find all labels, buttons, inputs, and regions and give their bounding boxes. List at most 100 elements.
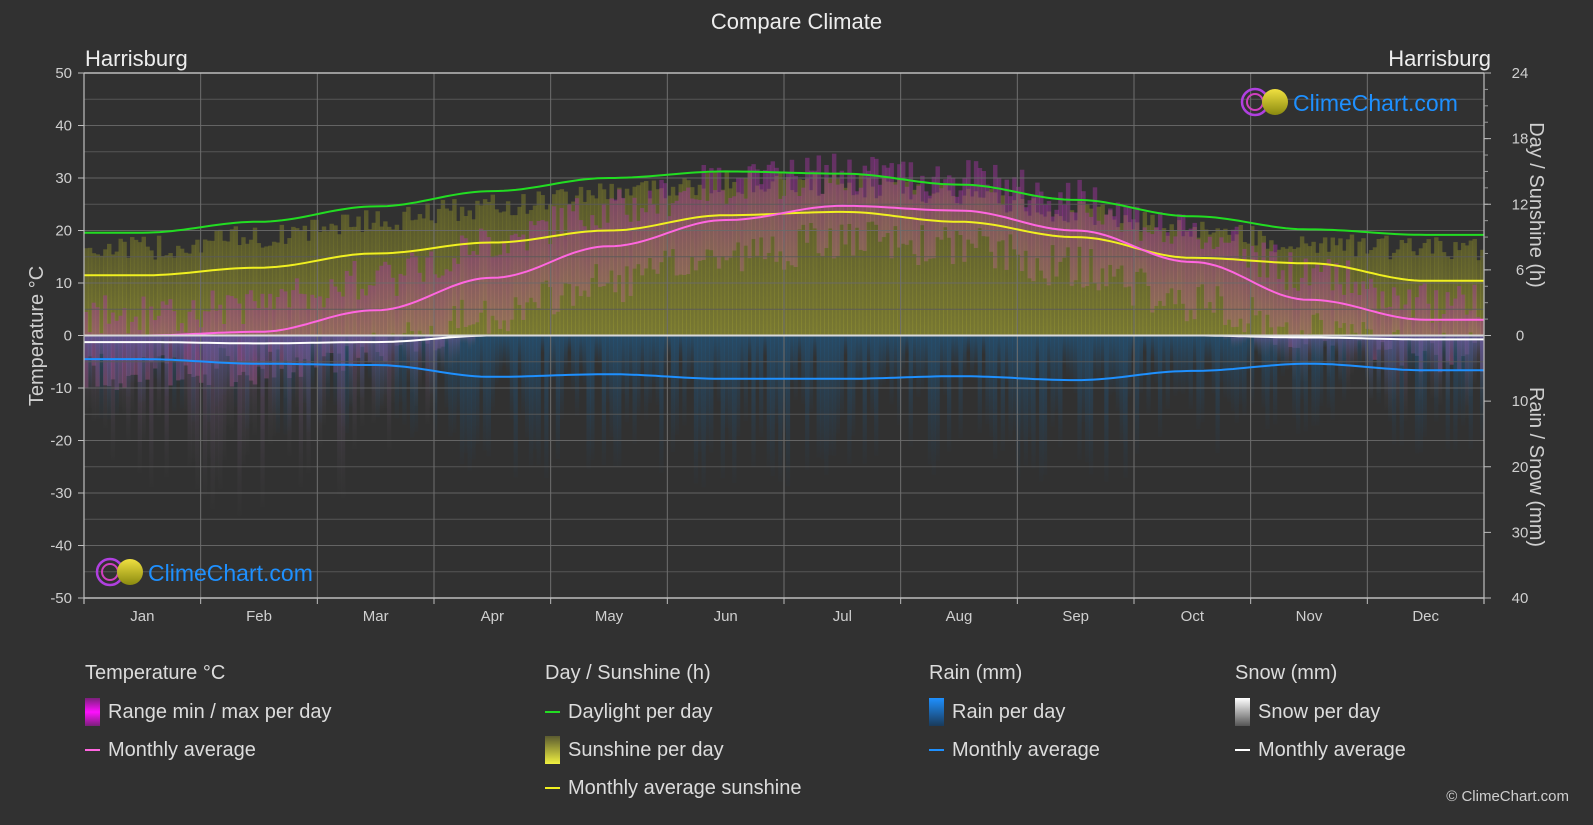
snow-day-bar — [452, 335, 457, 364]
rain-day-bar — [766, 335, 771, 467]
snow-day-bar — [1476, 335, 1481, 372]
rain-day-bar — [985, 335, 990, 425]
temp-range-day-bar — [1380, 291, 1385, 343]
snow-day-bar — [390, 335, 396, 403]
snow-day-bar — [317, 335, 323, 447]
watermark-logo-top: ClimeChart.com — [1240, 87, 1458, 117]
temp-range-day-bar — [1054, 209, 1059, 277]
rain-day-bar — [463, 335, 468, 454]
month-label: Jan — [130, 608, 154, 625]
temp-range-day-bar — [1039, 191, 1044, 271]
rain-day-bar — [1054, 335, 1059, 413]
rain-day-bar — [770, 335, 775, 477]
temp-range-day-bar — [1284, 289, 1289, 323]
left-tick-label: -20 — [50, 433, 72, 450]
temp-range-day-bar — [1223, 242, 1228, 325]
temp-range-day-bar — [759, 184, 764, 238]
rain-day-bar — [1069, 335, 1074, 383]
rain-day-bar — [1246, 335, 1251, 372]
daylight-swatch-icon — [545, 711, 560, 713]
legend-temp-range: Range min / max per day — [85, 698, 331, 726]
temp-range-day-bar — [1023, 207, 1029, 251]
rain-day-bar — [517, 335, 522, 372]
temp-range-day-bar — [502, 240, 507, 321]
snow-day-bar — [1445, 335, 1450, 400]
rain-day-bar — [663, 335, 668, 376]
snow-day-bar — [1464, 335, 1470, 419]
temp-range-day-bar — [456, 263, 461, 329]
rain-day-bar — [874, 335, 879, 456]
temp-range-day-bar — [559, 208, 565, 296]
temp-range-day-bar — [505, 253, 511, 332]
rain-day-bar — [1211, 335, 1216, 394]
rain-day-bar — [705, 335, 710, 446]
rain-day-bar — [1242, 335, 1247, 416]
temp-range-day-bar — [935, 166, 940, 238]
snow-day-bar — [1230, 335, 1236, 348]
snow-day-bar — [1418, 335, 1424, 400]
rain-day-bar — [617, 335, 622, 467]
temp-range-day-bar — [1273, 244, 1278, 345]
left-tick-label: -40 — [50, 538, 72, 555]
rain-day-bar — [1088, 335, 1094, 475]
legend-temp-avg-label: Monthly average — [108, 738, 256, 761]
temp-range-day-bar — [1111, 216, 1117, 277]
snow-day-bar — [1403, 335, 1408, 421]
rain-day-bar — [893, 335, 898, 380]
snow-day-bar — [417, 335, 422, 390]
temp-range-day-bar — [927, 195, 933, 259]
temp-range-day-bar — [1192, 222, 1197, 320]
left-tick-label: 0 — [64, 328, 72, 345]
temp-range-day-bar — [586, 232, 591, 297]
rain-day-bar — [651, 335, 656, 385]
temp-range-day-bar — [1100, 224, 1105, 269]
temp-range-day-bar — [1349, 292, 1355, 325]
temp-range-day-bar — [444, 269, 449, 336]
temp-range-day-bar — [1096, 220, 1102, 291]
temp-range-day-bar — [1173, 236, 1178, 305]
rain-day-bar — [1414, 335, 1420, 454]
temp-range-day-bar — [1069, 212, 1075, 286]
rain-day-bar — [716, 335, 722, 402]
month-label: Mar — [363, 608, 389, 625]
sunshine-day-bar — [183, 252, 189, 336]
snow-day-bar — [1345, 335, 1351, 390]
legend-snow-label: Snow per day — [1258, 700, 1381, 723]
snow-day-bar — [1319, 335, 1324, 363]
rain-day-bar — [1204, 335, 1209, 364]
snow-day-bar — [1399, 335, 1404, 374]
rain-day-bar — [805, 335, 810, 470]
snow-day-bar — [110, 335, 116, 461]
rain-day-bar — [759, 335, 764, 438]
snow-day-bar — [402, 335, 407, 358]
snow-day-bar — [1234, 335, 1239, 348]
snow-day-bar — [218, 335, 223, 489]
rain-day-bar — [1100, 335, 1105, 374]
legend-sunshine-label: Sunshine per day — [568, 738, 724, 761]
snow-swatch-icon — [1235, 698, 1250, 726]
rain-day-bar — [843, 335, 848, 355]
rain-day-bar — [540, 335, 545, 353]
rain-day-bar — [939, 335, 944, 382]
month-label: Apr — [481, 608, 504, 625]
legend-snow-avg-label: Monthly average — [1258, 738, 1406, 761]
left-tick-label: 50 — [55, 65, 72, 82]
legend-temp-avg: Monthly average — [85, 738, 331, 762]
rain-day-bar — [544, 335, 549, 479]
snow-day-bar — [1273, 335, 1278, 358]
rain-day-bar — [862, 335, 867, 464]
sunshine-day-bar — [126, 257, 131, 336]
legend-sunshine-per-day: Sunshine per day — [545, 736, 801, 764]
snow-day-bar — [387, 335, 392, 451]
rain-day-bar — [870, 335, 875, 417]
temp-range-day-bar — [605, 222, 611, 283]
rain-day-bar — [801, 335, 806, 404]
snow-day-bar — [260, 335, 265, 508]
month-label: Nov — [1296, 608, 1323, 625]
rain-day-bar — [889, 335, 894, 405]
snow-day-bar — [1338, 335, 1343, 380]
rain-day-bar — [966, 335, 971, 353]
rain-day-bar — [655, 335, 660, 405]
rain-day-bar — [490, 335, 495, 411]
rain-day-bar — [1184, 335, 1190, 390]
